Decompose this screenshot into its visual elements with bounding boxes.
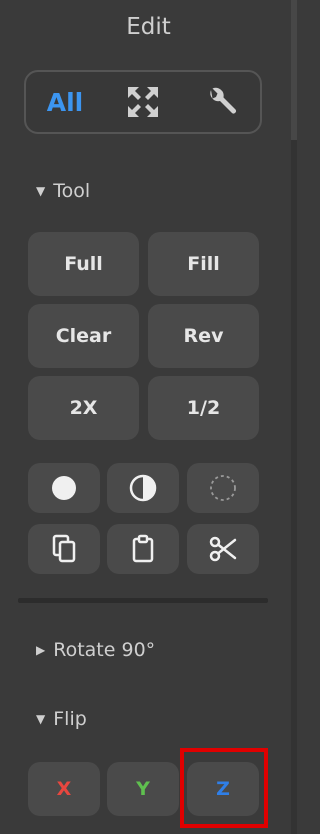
dashed-circle-icon xyxy=(210,475,236,501)
copy-icon xyxy=(52,534,76,563)
flip-x-button[interactable]: X xyxy=(28,762,100,816)
section-flip-header[interactable]: ▼ Flip xyxy=(36,708,87,730)
panel-title: Edit xyxy=(126,14,171,40)
section-divider xyxy=(18,598,268,603)
collapse-triangle-icon: ▶ xyxy=(36,643,46,657)
highlight-box xyxy=(180,748,268,828)
half-circle-icon xyxy=(129,474,157,502)
clear-button[interactable]: Clear xyxy=(28,304,139,368)
deselect-button[interactable] xyxy=(187,463,259,513)
rev-button[interactable]: Rev xyxy=(148,304,259,368)
filled-circle-icon xyxy=(52,476,76,500)
clipboard-icon xyxy=(132,534,154,563)
mode-transform-button[interactable] xyxy=(108,77,178,127)
fill-button[interactable]: Fill xyxy=(148,232,259,296)
half-button[interactable]: 1/2 xyxy=(148,376,259,440)
paste-button[interactable] xyxy=(107,524,179,574)
double-button[interactable]: 2X xyxy=(28,376,139,440)
mode-all-button[interactable]: All xyxy=(30,77,100,127)
copy-button[interactable] xyxy=(28,524,100,574)
section-tool-label: Tool xyxy=(53,180,91,202)
section-rotate-header[interactable]: ▶ Rotate 90° xyxy=(36,639,155,661)
expand-triangle-icon: ▼ xyxy=(36,184,46,198)
expand-arrows-icon xyxy=(128,87,158,117)
select-all-button[interactable] xyxy=(28,463,100,513)
cut-button[interactable] xyxy=(187,524,259,574)
full-button[interactable]: Full xyxy=(28,232,139,296)
scissors-icon xyxy=(209,536,237,562)
mode-settings-button[interactable] xyxy=(186,77,256,127)
invert-selection-button[interactable] xyxy=(107,463,179,513)
mode-selector: All xyxy=(24,70,262,134)
wrench-icon xyxy=(210,87,236,114)
scrollbar-track[interactable] xyxy=(291,0,297,834)
flip-y-button[interactable]: Y xyxy=(107,762,179,816)
section-flip-label: Flip xyxy=(53,708,87,730)
expand-triangle-icon: ▼ xyxy=(36,712,46,726)
section-tool-header[interactable]: ▼ Tool xyxy=(36,180,90,202)
section-rotate-label: Rotate 90° xyxy=(53,639,156,661)
